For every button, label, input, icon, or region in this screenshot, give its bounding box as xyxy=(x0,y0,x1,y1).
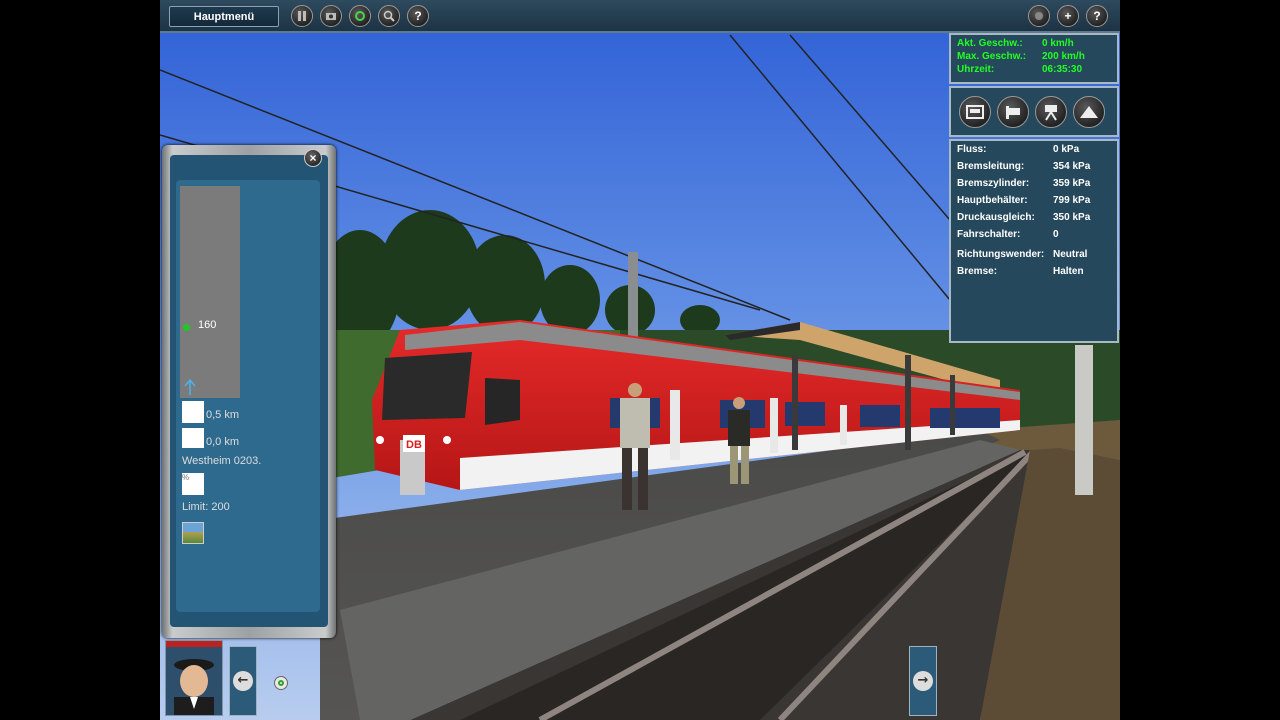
top-toolbar: Hauptmenü ? + ? xyxy=(160,0,1120,33)
terrain-view-icon xyxy=(1080,106,1098,118)
main-menu-button[interactable]: Hauptmenü xyxy=(169,6,279,27)
plus-icon: + xyxy=(1064,9,1072,23)
speed-value: 0 km/h xyxy=(1042,38,1074,49)
speed-status-panel: Akt. Geschw.: 0 km/h Max. Geschw.: 200 k… xyxy=(949,33,1119,84)
brake-row-label: Bremse: xyxy=(957,266,998,277)
maxspeed-label: Max. Geschw.: xyxy=(957,51,1027,62)
pause-icon xyxy=(298,11,306,21)
pause-button[interactable] xyxy=(291,5,313,27)
brake-row-label: Fluss: xyxy=(957,144,987,155)
speed-limit: Limit: 200 xyxy=(182,501,230,513)
brake-row-label: Bremszylinder: xyxy=(957,178,1030,189)
speed-label: Akt. Geschw.: xyxy=(957,38,1023,49)
gradient-icon: % xyxy=(182,473,204,495)
left-arrow-icon: ← xyxy=(233,671,253,691)
signal-dot-icon xyxy=(183,324,190,331)
close-button[interactable]: × xyxy=(304,149,322,167)
record-icon xyxy=(1035,12,1043,20)
help-button[interactable]: ? xyxy=(407,5,429,27)
cab-view-button[interactable] xyxy=(959,96,991,128)
distance-1: 0,5 km xyxy=(206,409,240,421)
help-button-right[interactable]: ? xyxy=(1086,5,1108,27)
trackside-camera-icon xyxy=(1045,105,1057,121)
time-value: 06:35:30 xyxy=(1042,64,1083,75)
brake-row-label: Richtungswender: xyxy=(957,249,1045,260)
maxspeed-value: 200 km/h xyxy=(1042,51,1085,62)
track-monitor-body: 160 0,5 km 0,0 km Westheim 0203. % Limit… xyxy=(176,180,320,612)
distance-2: 0,0 km xyxy=(206,436,240,448)
time-label: Uhrzeit: xyxy=(957,64,995,75)
record-button[interactable] xyxy=(1028,5,1050,27)
brake-info-panel: Fluss: 0 kPa Bremsleitung: 354 kPa Bremszyli… xyxy=(949,139,1119,343)
right-arrow-icon: → xyxy=(913,671,933,691)
station-name: Westheim 0203. xyxy=(182,455,262,467)
track-monitor-frame: 160 0,5 km 0,0 km Westheim 0203. % Limit… xyxy=(170,155,328,627)
refresh-small-icon[interactable] xyxy=(274,676,288,690)
camera-icon xyxy=(326,13,336,20)
brake-row-label: Druckausgleich: xyxy=(957,212,1035,223)
exterior-view-button[interactable] xyxy=(997,96,1029,128)
percent-glyph: % xyxy=(182,473,190,482)
add-button[interactable]: + xyxy=(1057,5,1079,27)
refresh-button[interactable] xyxy=(349,5,371,27)
brake-row-value: 350 kPa xyxy=(1053,212,1091,223)
game-viewport: DB Hauptmenü ? + ? Akt. Geschw.: 0 km/h … xyxy=(160,0,1120,720)
db-logo: DB xyxy=(406,439,422,451)
search-icon xyxy=(383,10,395,22)
camera-button[interactable] xyxy=(320,5,342,27)
exterior-view-icon xyxy=(1006,106,1020,119)
driver-portrait[interactable] xyxy=(165,640,223,716)
scroll-right-button[interactable]: → xyxy=(909,646,937,716)
brake-row-value: 0 xyxy=(1053,229,1059,240)
distance-icon-1 xyxy=(182,401,204,423)
cab-view-icon xyxy=(966,105,984,119)
view-buttons-panel xyxy=(949,86,1119,137)
brake-row-label: Hauptbehälter: xyxy=(957,195,1028,206)
brake-row-label: Bremsleitung: xyxy=(957,161,1025,172)
trackside-camera-button[interactable] xyxy=(1035,96,1067,128)
brake-row-value: 799 kPa xyxy=(1053,195,1091,206)
brake-row-value: Halten xyxy=(1053,266,1084,277)
brake-row-value: Neutral xyxy=(1053,249,1088,260)
scenery-icon[interactable] xyxy=(182,522,204,544)
pole xyxy=(1075,345,1093,495)
brake-row-label: Fahrschalter: xyxy=(957,229,1021,240)
terrain-view-button[interactable] xyxy=(1073,96,1105,128)
track-bar xyxy=(180,186,240,398)
scroll-left-button[interactable]: ← xyxy=(229,646,257,716)
search-button[interactable] xyxy=(378,5,400,27)
track-monitor-window: 160 0,5 km 0,0 km Westheim 0203. % Limit… xyxy=(162,145,336,638)
refresh-icon xyxy=(355,11,365,21)
driver-avatar-icon xyxy=(166,641,222,715)
speed-marker-label: 160 xyxy=(198,319,217,331)
brake-row-value: 354 kPa xyxy=(1053,161,1091,172)
brake-row-value: 359 kPa xyxy=(1053,178,1091,189)
help-icon: ? xyxy=(414,9,422,23)
help-icon: ? xyxy=(1093,9,1101,23)
close-icon: × xyxy=(309,151,317,165)
brake-row-value: 0 kPa xyxy=(1053,144,1080,155)
distance-icon-2 xyxy=(182,428,204,448)
up-arrow-icon xyxy=(184,378,196,395)
